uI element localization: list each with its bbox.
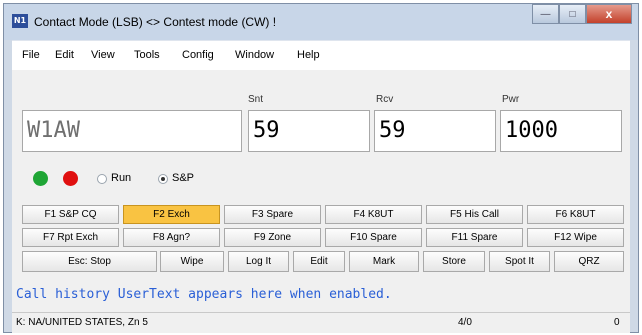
green-status-icon bbox=[33, 171, 48, 186]
qrz-button[interactable]: QRZ bbox=[554, 251, 624, 272]
f5-button[interactable]: F5 His Call bbox=[426, 205, 523, 224]
f12-button[interactable]: F12 Wipe bbox=[527, 228, 624, 247]
window-controls: — □ x bbox=[532, 4, 632, 26]
f8-button[interactable]: F8 Agn? bbox=[123, 228, 220, 247]
f11-button[interactable]: F11 Spare bbox=[426, 228, 523, 247]
menu-tools[interactable]: Tools bbox=[134, 49, 160, 61]
logger-window: N1 Contact Mode (LSB) <> Contest mode (C… bbox=[3, 3, 639, 333]
wipe-button[interactable]: Wipe bbox=[160, 251, 224, 272]
rcv-label: Rcv bbox=[376, 94, 394, 105]
menu-view[interactable]: View bbox=[91, 49, 115, 61]
edit-button[interactable]: Edit bbox=[293, 251, 345, 272]
log-it-button[interactable]: Log It bbox=[228, 251, 289, 272]
f1-button[interactable]: F1 S&P CQ bbox=[22, 205, 119, 224]
rcv-field[interactable]: 59 bbox=[374, 110, 496, 152]
menu-file[interactable]: File bbox=[22, 49, 40, 61]
minimize-icon: — bbox=[540, 8, 551, 20]
run-radio[interactable] bbox=[97, 174, 107, 184]
pwr-label: Pwr bbox=[502, 94, 520, 105]
mark-button[interactable]: Mark bbox=[349, 251, 419, 272]
f7-button[interactable]: F7 Rpt Exch bbox=[22, 228, 119, 247]
app-icon: N1 bbox=[12, 14, 28, 28]
pwr-field[interactable]: 1000 bbox=[500, 110, 622, 152]
f6-button[interactable]: F6 K8UT bbox=[527, 205, 624, 224]
snt-label: Snt bbox=[248, 94, 264, 105]
spot-it-button[interactable]: Spot It bbox=[489, 251, 550, 272]
status-right: 0 bbox=[614, 317, 620, 328]
menu-bar: File Edit View Tools Config Window Help bbox=[12, 40, 630, 71]
menu-config[interactable]: Config bbox=[182, 49, 214, 61]
f9-button[interactable]: F9 Zone bbox=[224, 228, 321, 247]
f10-button[interactable]: F10 Spare bbox=[325, 228, 422, 247]
menu-help[interactable]: Help bbox=[297, 49, 320, 61]
status-country: K: NA/UNITED STATES, Zn 5 bbox=[16, 317, 148, 328]
red-status-icon bbox=[63, 171, 78, 186]
maximize-button[interactable]: □ bbox=[559, 4, 586, 24]
menu-edit[interactable]: Edit bbox=[55, 49, 74, 61]
close-icon: x bbox=[605, 7, 613, 21]
f2-button[interactable]: F2 Exch bbox=[123, 205, 220, 224]
esc-stop-button[interactable]: Esc: Stop bbox=[22, 251, 157, 272]
f3-button[interactable]: F3 Spare bbox=[224, 205, 321, 224]
store-button[interactable]: Store bbox=[423, 251, 485, 272]
close-button[interactable]: x bbox=[586, 4, 632, 24]
f4-button[interactable]: F4 K8UT bbox=[325, 205, 422, 224]
snt-field[interactable]: 59 bbox=[248, 110, 370, 152]
menu-window[interactable]: Window bbox=[235, 49, 274, 61]
title-bar[interactable]: N1 Contact Mode (LSB) <> Contest mode (C… bbox=[4, 4, 638, 40]
status-bar: K: NA/UNITED STATES, Zn 5 4/0 0 bbox=[12, 312, 630, 333]
status-count: 4/0 bbox=[458, 317, 472, 328]
maximize-icon: □ bbox=[569, 8, 576, 20]
run-label: Run bbox=[111, 172, 132, 184]
minimize-button[interactable]: — bbox=[532, 4, 559, 24]
window-title: Contact Mode (LSB) <> Contest mode (CW) … bbox=[34, 15, 277, 29]
sp-label: S&P bbox=[172, 172, 195, 184]
sp-radio[interactable] bbox=[158, 174, 168, 184]
callsign-field[interactable]: W1AW bbox=[22, 110, 242, 152]
call-history-text: Call history UserText appears here when … bbox=[16, 287, 392, 302]
